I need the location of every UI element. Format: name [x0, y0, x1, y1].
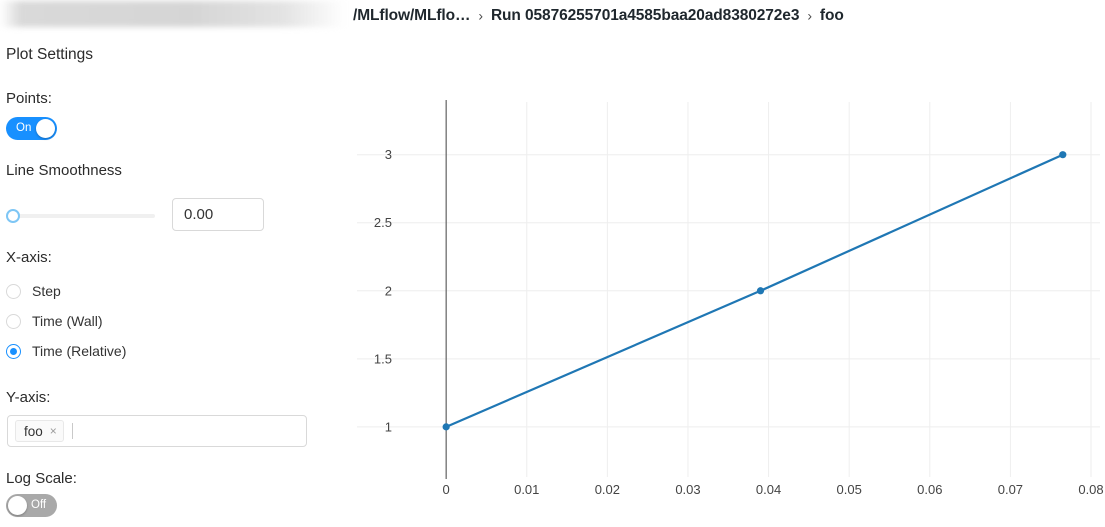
metric-line-chart[interactable]: 0 0.01 0.02 0.03 0.04 0.05 0.06 0.07 0.08 1 1.5 2 2…	[345, 32, 1105, 527]
radio-selected-icon	[6, 343, 21, 359]
svg-text:1.5: 1.5	[374, 351, 392, 366]
points-toggle-state: On	[16, 121, 32, 134]
panel-title: Plot Settings	[6, 46, 94, 63]
svg-text:1: 1	[385, 419, 392, 434]
x-axis-option-label: Time (Relative)	[32, 343, 127, 359]
breadcrumb-item-metric[interactable]: foo	[820, 7, 844, 25]
svg-text:0.07: 0.07	[998, 482, 1023, 497]
chart-gridlines	[357, 102, 1100, 477]
redacted-region	[0, 1, 345, 27]
breadcrumb-items: /MLflow/MLflo… › Run 05876255701a4585baa…	[353, 0, 844, 32]
toggle-knob	[8, 496, 27, 515]
line-smoothness-label: Line Smoothness	[6, 162, 122, 179]
svg-text:2.5: 2.5	[374, 215, 392, 230]
line-smoothness-control	[0, 194, 345, 238]
chart-canvas: 0 0.01 0.02 0.03 0.04 0.05 0.06 0.07 0.08 1 1.5 2 2…	[357, 100, 1104, 497]
svg-text:0.06: 0.06	[917, 482, 942, 497]
points-toggle[interactable]: On	[6, 117, 57, 140]
svg-text:0.05: 0.05	[837, 482, 862, 497]
toggle-knob	[36, 119, 55, 138]
y-axis-tag-label: foo	[24, 423, 43, 439]
svg-text:0: 0	[443, 482, 450, 497]
x-axis-option-time-relative[interactable]: Time (Relative)	[6, 340, 126, 362]
plot-settings-sidebar: Plot Settings Points: On Line Smoothness…	[0, 32, 345, 527]
y-axis-tag-foo[interactable]: foo ×	[15, 420, 64, 442]
points-label: Points:	[6, 90, 52, 107]
svg-text:2: 2	[385, 283, 392, 298]
x-axis-option-label: Time (Wall)	[32, 313, 103, 329]
log-scale-toggle[interactable]: Off	[6, 494, 57, 517]
plot-page: /MLflow/MLflo… › Run 05876255701a4585baa…	[0, 0, 1105, 527]
svg-text:3: 3	[385, 147, 392, 162]
x-axis-option-step[interactable]: Step	[6, 280, 61, 302]
svg-text:0.08: 0.08	[1078, 482, 1103, 497]
svg-text:0.02: 0.02	[595, 482, 620, 497]
breadcrumb-item-experiment[interactable]: /MLflow/MLflo…	[353, 7, 471, 25]
x-axis-option-label: Step	[32, 283, 61, 299]
x-axis-label: X-axis:	[6, 249, 52, 266]
breadcrumb-item-run[interactable]: Run 05876255701a4585baa20ad8380272e3	[491, 7, 799, 25]
line-smoothness-slider-handle[interactable]	[6, 209, 20, 223]
breadcrumb-separator-icon: ›	[807, 7, 812, 24]
chart-x-tick-labels: 0 0.01 0.02 0.03 0.04 0.05 0.06 0.07 0.08	[443, 482, 1104, 497]
x-axis-option-time-wall[interactable]: Time (Wall)	[6, 310, 103, 332]
line-smoothness-slider-track[interactable]	[10, 214, 155, 218]
svg-text:0.01: 0.01	[514, 482, 539, 497]
text-cursor	[71, 423, 73, 439]
svg-text:0.04: 0.04	[756, 482, 781, 497]
y-axis-tag-input[interactable]: foo ×	[7, 415, 307, 447]
y-axis-label: Y-axis:	[6, 389, 51, 406]
breadcrumb-separator-icon: ›	[478, 7, 483, 24]
radio-icon	[6, 313, 21, 329]
remove-tag-icon[interactable]: ×	[50, 425, 57, 437]
line-smoothness-input[interactable]	[172, 198, 264, 231]
log-scale-toggle-state: Off	[31, 498, 47, 511]
svg-text:0.03: 0.03	[675, 482, 700, 497]
breadcrumb: /MLflow/MLflo… › Run 05876255701a4585baa…	[0, 0, 1105, 32]
radio-icon	[6, 283, 21, 299]
log-scale-label: Log Scale:	[6, 470, 77, 487]
